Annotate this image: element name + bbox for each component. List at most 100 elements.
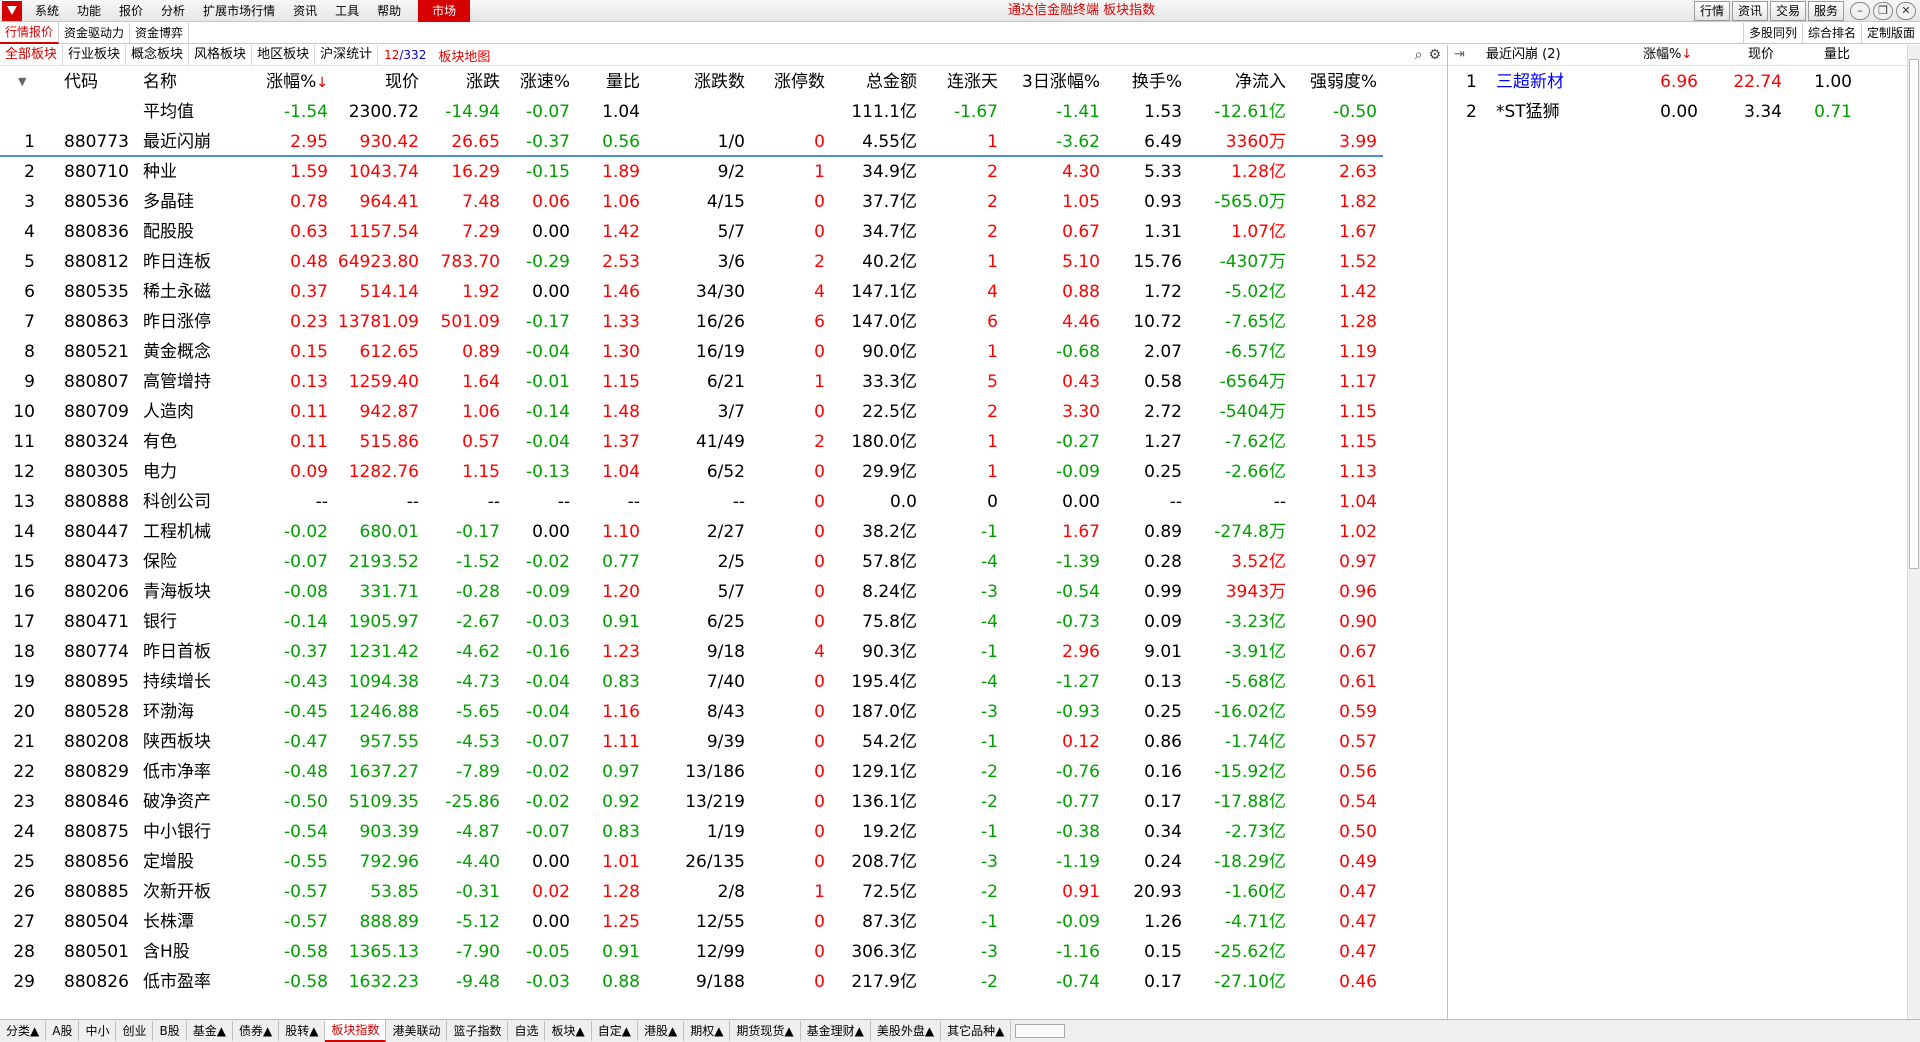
market-tab[interactable]: 期权▲	[684, 1021, 731, 1041]
table-row[interactable]: 13 880888 科创公司 -- -- -- -- -- -- 0 0.0 0 0.00 -- -- 1.0…	[0, 487, 1447, 517]
minimize-icon[interactable]: –	[1850, 2, 1870, 20]
tab-region-sectors[interactable]: 地区板块	[252, 45, 316, 65]
table-row[interactable]: 6 880535 稀土永磁 0.37 514.14 1.92 0.00 1.46 34/30 4 1…	[0, 277, 1447, 307]
sector-name[interactable]: 最近闪崩	[143, 127, 211, 157]
table-row[interactable]: 1 880773 最近闪崩 2.95 930.42 26.65 -0.37 0.56 1/0 0 4…	[0, 127, 1447, 157]
col-volume-ratio[interactable]: 量比	[1824, 40, 1850, 70]
table-row[interactable]: 5 880812 昨日连板 0.48 64923.80 783.70 -0.29 2.53 3/…	[0, 247, 1447, 277]
sector-name[interactable]: 科创公司	[143, 487, 211, 517]
constituent-row[interactable]: 1 三超新材 6.96 22.74 1.00	[1448, 67, 1920, 97]
table-row[interactable]: 8 880521 黄金概念 0.15 612.65 0.89 -0.04 1.30 16/19 0…	[0, 337, 1447, 367]
sector-name[interactable]: 人造肉	[143, 397, 194, 427]
info-button[interactable]: 资讯	[1731, 1, 1768, 21]
market-tab[interactable]: 板块指数	[325, 1020, 387, 1042]
sector-name[interactable]: 多晶硅	[143, 187, 194, 217]
table-row[interactable]: 3 880536 多晶硅 0.78 964.41 7.48 0.06 1.06 4/15 0 37.…	[0, 187, 1447, 217]
table-row[interactable]: 23 880846 破净资产 -0.50 5109.35 -25.86 -0.02 0.92 1…	[0, 787, 1447, 817]
col-header[interactable]: 换手%	[1082, 67, 1182, 97]
tab-concept-sectors[interactable]: 概念板块	[126, 45, 190, 65]
sector-name[interactable]: 低市盈率	[143, 967, 211, 997]
market-tab[interactable]: 基金理财▲	[801, 1021, 871, 1041]
sector-name[interactable]: 稀土永磁	[143, 277, 211, 307]
market-tab[interactable]: 其它品种▲	[941, 1021, 1012, 1041]
tab-capital-drive[interactable]: 资金驱动力	[59, 23, 131, 43]
sector-name[interactable]: 配股股	[143, 217, 194, 247]
sector-name[interactable]: 破净资产	[143, 787, 211, 817]
stock-name[interactable]: *ST猛狮	[1496, 97, 1560, 127]
table-row[interactable]: 22 880829 低市净率 -0.48 1637.27 -7.89 -0.02 0.97 13…	[0, 757, 1447, 787]
table-row[interactable]: 16 880206 青海板块 -0.08 331.71 -0.28 -0.09 1.20 5/7…	[0, 577, 1447, 607]
sector-name[interactable]: 电力	[143, 457, 177, 487]
sector-name[interactable]: 环渤海	[143, 697, 194, 727]
menu-function[interactable]: 功能	[68, 0, 110, 22]
sector-name[interactable]: 定增股	[143, 847, 194, 877]
menu-analysis[interactable]: 分析	[152, 0, 194, 22]
table-row[interactable]: 14 880447 工程机械 -0.02 680.01 -0.17 0.00 1.10 2/27…	[0, 517, 1447, 547]
market-tab[interactable]: B股	[153, 1021, 187, 1041]
table-row[interactable]: 2 880710 种业 1.59 1043.74 16.29 -0.15 1.89 9/2 1 34…	[0, 157, 1447, 187]
menu-extended-market[interactable]: 扩展市场行情	[194, 0, 284, 22]
sector-name[interactable]: 高管增持	[143, 367, 211, 397]
menu-market[interactable]: 市场	[418, 0, 471, 22]
market-tab[interactable]: 创业	[116, 1021, 154, 1041]
sector-name[interactable]: 平均值	[143, 97, 194, 127]
close-icon[interactable]: ✕	[1896, 2, 1916, 20]
table-row[interactable]: 29 880826 低市盈率 -0.58 1632.23 -9.48 -0.03 0.88 9/…	[0, 967, 1447, 997]
market-tab[interactable]: 港美联动	[386, 1021, 448, 1041]
tab-style-sectors[interactable]: 风格板块	[189, 45, 253, 65]
table-row[interactable]: 11 880324 有色 0.11 515.86 0.57 -0.04 1.37 41/49 2 1…	[0, 427, 1447, 457]
search-icon[interactable]: ⌕	[1415, 47, 1423, 63]
sector-name[interactable]: 工程机械	[143, 517, 211, 547]
market-tab[interactable]: 基金▲	[187, 1021, 233, 1041]
table-row[interactable]: 10 880709 人造肉 0.11 942.87 1.06 -0.14 1.48 3/7 0 22…	[0, 397, 1447, 427]
market-tab[interactable]: 美股外盘▲	[871, 1021, 942, 1041]
gear-icon[interactable]: ⚙	[1428, 47, 1441, 63]
table-row[interactable]: 24 880875 中小银行 -0.54 903.39 -4.87 -0.07 0.83 1/1…	[0, 817, 1447, 847]
tab-industry-sectors[interactable]: 行业板块	[63, 45, 127, 65]
table-row[interactable]: 21 880208 陕西板块 -0.47 957.55 -4.53 -0.07 1.11 9/3…	[0, 727, 1447, 757]
table-row[interactable]: 7 880863 昨日涨停 0.23 13781.09 501.09 -0.17 1.33 16…	[0, 307, 1447, 337]
table-row[interactable]: 20 880528 环渤海 -0.45 1246.88 -5.65 -0.04 1.16 8/4…	[0, 697, 1447, 727]
col-header[interactable]: 连涨天	[898, 67, 998, 97]
menu-system[interactable]: 系统	[26, 0, 68, 22]
sector-name[interactable]: 长株潭	[143, 907, 194, 937]
service-button[interactable]: 服务	[1807, 1, 1844, 21]
table-row[interactable]: 9 880807 高管增持 0.13 1259.40 1.64 -0.01 1.15 6/21 1…	[0, 367, 1447, 397]
col-header[interactable]: 量比	[540, 67, 640, 97]
market-tab[interactable]: 期货现货▲	[730, 1021, 801, 1041]
horizontal-scrollbar[interactable]	[1015, 1024, 1066, 1038]
sector-name[interactable]: 昨日连板	[143, 247, 211, 277]
constituent-row[interactable]: 2 *ST猛狮 0.00 3.34 0.71	[1448, 97, 1920, 127]
table-row[interactable]: 26 880885 次新开板 -0.57 53.85 -0.31 0.02 1.28 2/8 1 7…	[0, 877, 1447, 907]
market-tab[interactable]: 中小	[79, 1021, 117, 1041]
scrollbar-thumb[interactable]	[1909, 59, 1919, 569]
sector-map-link[interactable]: 板块地图	[432, 46, 496, 65]
sector-name[interactable]: 青海板块	[143, 577, 211, 607]
table-row[interactable]: 28 880501 含H股 -0.58 1365.13 -7.90 -0.05 0.91 12/…	[0, 937, 1447, 967]
market-tab[interactable]: 篮子指数	[447, 1021, 509, 1041]
col-change[interactable]: 涨幅%↓	[1643, 40, 1692, 70]
table-row[interactable]: 25 880856 定增股 -0.55 792.96 -4.40 0.00 1.01 26/13…	[0, 847, 1447, 877]
average-row[interactable]: 平均值 -1.54 2300.72 -14.94 -0.07 1.04 111.1亿 -1.6…	[0, 97, 1447, 127]
menu-help[interactable]: 帮助	[368, 0, 410, 22]
tab-capital-game[interactable]: 资金博弈	[130, 23, 190, 43]
sector-name[interactable]: 黄金概念	[143, 337, 211, 367]
col-header[interactable]: 强弱度%	[1277, 67, 1377, 97]
market-tab[interactable]: 分类▲	[0, 1021, 47, 1041]
tab-custom-layout[interactable]: 定制版面	[1860, 23, 1920, 43]
sector-name[interactable]: 昨日首板	[143, 637, 211, 667]
market-tab[interactable]: 自选	[508, 1021, 546, 1041]
table-row[interactable]: 17 880471 银行 -0.14 1905.97 -2.67 -0.03 0.91 6/25…	[0, 607, 1447, 637]
col-header[interactable]: 名称	[143, 67, 177, 97]
col-header[interactable]: 净流入	[1186, 67, 1286, 97]
sector-name[interactable]: 银行	[143, 607, 177, 637]
table-row[interactable]: 19 880895 持续增长 -0.43 1094.38 -4.73 -0.04 0.83 7/…	[0, 667, 1447, 697]
menu-info[interactable]: 资讯	[284, 0, 326, 22]
menu-quote[interactable]: 报价	[110, 0, 152, 22]
market-tab[interactable]: 股转▲	[279, 1021, 326, 1041]
sector-name[interactable]: 有色	[143, 427, 177, 457]
col-header[interactable]: 代码	[64, 67, 98, 97]
sector-name[interactable]: 昨日涨停	[143, 307, 211, 337]
col-header[interactable]: 涨停数	[725, 67, 825, 97]
market-tab[interactable]: 债券▲	[233, 1021, 280, 1041]
